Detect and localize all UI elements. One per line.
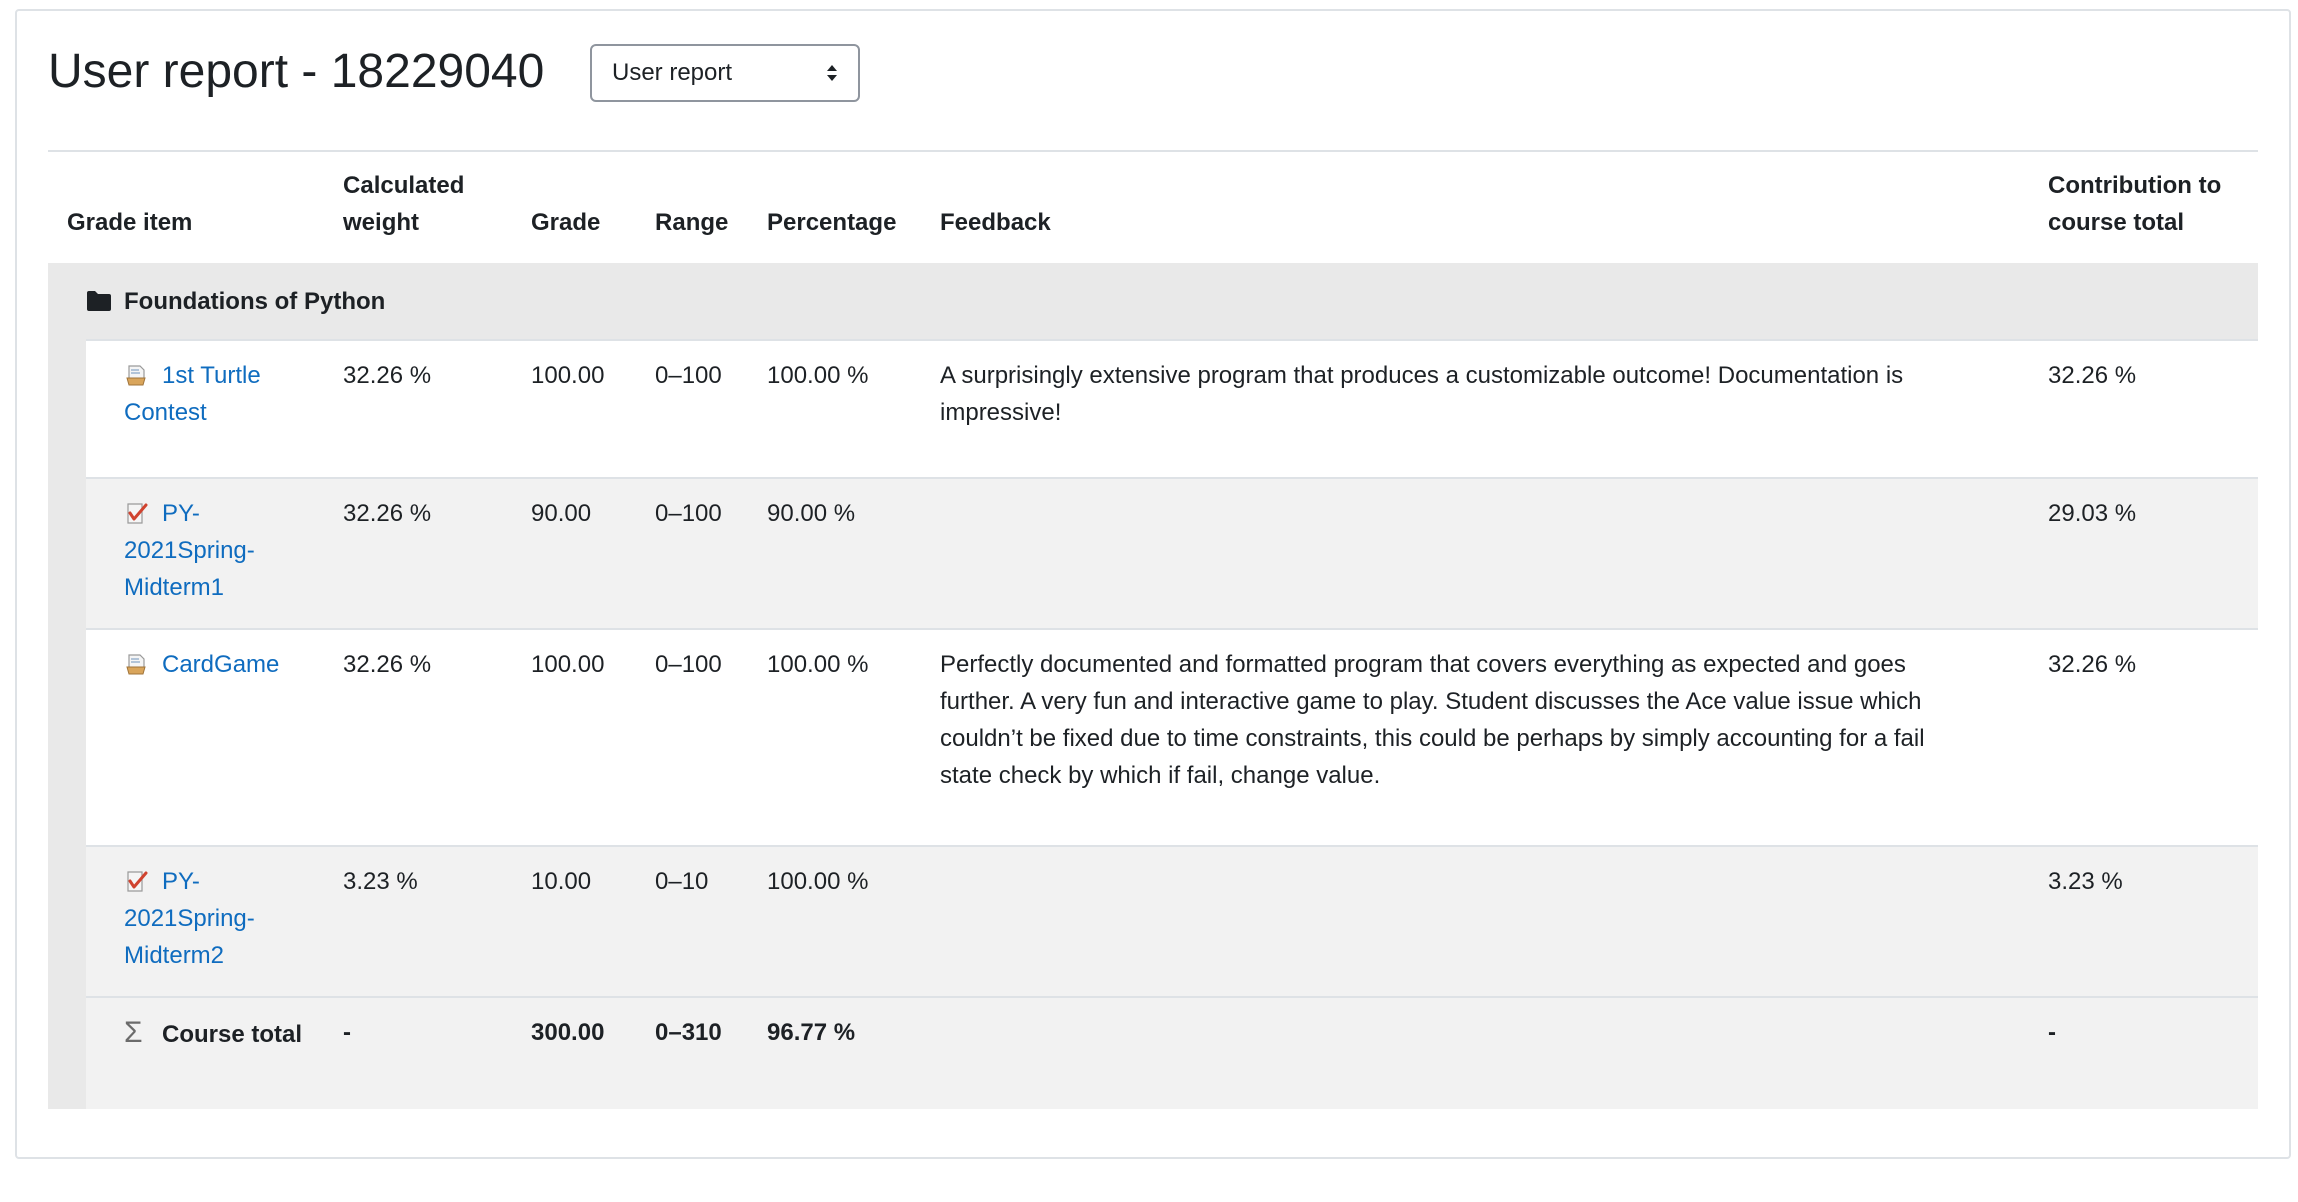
header-calculated-weight: Calculated weight <box>343 172 465 236</box>
cell-grade: 100.00 <box>512 628 637 846</box>
cell-contribution: 32.26 % <box>2029 339 2259 478</box>
cell-weight: 32.26 % <box>324 628 513 846</box>
header-contribution: Contribution to course total <box>2048 172 2222 236</box>
header-grade: Grade <box>531 209 601 236</box>
cell-weight: 32.26 % <box>324 339 513 478</box>
category-rail <box>48 478 86 629</box>
category-rail <box>48 629 86 846</box>
total-percentage: 96.77 % <box>748 996 922 1109</box>
category-name: Foundations of Python <box>124 287 386 315</box>
sigma-icon: Σ <box>124 1016 143 1049</box>
cell-feedback <box>921 477 2030 629</box>
total-feedback <box>921 996 2030 1109</box>
cell-percentage: 100.00 % <box>748 339 922 478</box>
category-rail <box>48 846 86 997</box>
header-range: Range <box>655 209 729 236</box>
cell-percentage: 100.00 % <box>748 628 922 846</box>
cell-percentage: 100.00 % <box>748 845 922 997</box>
report-type-select[interactable]: User report <box>590 44 860 102</box>
page-title: User report - 18229040 <box>48 45 545 98</box>
cell-grade: 100.00 <box>512 339 637 478</box>
cell-contribution: 32.26 % <box>2029 628 2259 846</box>
cell-feedback: Perfectly documented and formatted progr… <box>921 628 2030 846</box>
header-percentage: Percentage <box>767 209 897 236</box>
category-rail <box>48 997 86 1109</box>
category-rail <box>48 340 86 478</box>
grade-table: Grade item Calculated weight Grade Range… <box>48 150 2259 1109</box>
quiz-icon <box>127 503 148 524</box>
assignment-icon <box>126 365 146 386</box>
table-row: 1st Turtle Contest 32.26 % 100.00 0–100 … <box>48 339 2259 478</box>
cell-range: 0–100 <box>636 339 749 478</box>
table-row: PY-2021Spring-Midterm1 32.26 % 90.00 0–1… <box>48 477 2259 629</box>
header-feedback: Feedback <box>940 209 1051 236</box>
category-row: Foundations of Python <box>48 263 2259 340</box>
cell-grade: 10.00 <box>512 845 637 997</box>
cell-range: 0–100 <box>636 628 749 846</box>
course-total-label: Course total <box>162 1021 303 1048</box>
grade-item-link[interactable]: CardGame <box>162 651 279 678</box>
cell-contribution: 29.03 % <box>2029 477 2259 629</box>
course-total-row: Σ Course total - 300.00 0–310 96.77 % - <box>48 996 2259 1109</box>
total-grade: 300.00 <box>512 996 637 1109</box>
category-label: Foundations of Python <box>48 283 2258 320</box>
cell-range: 0–100 <box>636 477 749 629</box>
select-arrows-icon <box>827 65 837 81</box>
assignment-icon <box>126 654 146 675</box>
cell-feedback: A surprisingly extensive program that pr… <box>921 339 2030 478</box>
folder-icon <box>87 291 111 311</box>
total-contribution: - <box>2029 996 2259 1109</box>
cell-contribution: 3.23 % <box>2029 845 2259 997</box>
total-range: 0–310 <box>636 996 749 1109</box>
quiz-icon <box>127 871 148 892</box>
total-weight: - <box>324 996 513 1109</box>
report-select-value: User report <box>612 59 733 86</box>
table-row: PY-2021Spring-Midterm2 3.23 % 10.00 0–10… <box>48 845 2259 997</box>
table-header-row: Grade item Calculated weight Grade Range… <box>48 151 2259 263</box>
table-row: CardGame 32.26 % 100.00 0–100 100.00 % P… <box>48 628 2259 846</box>
cell-range: 0–10 <box>636 845 749 997</box>
header-grade-item: Grade item <box>67 209 193 236</box>
cell-weight: 3.23 % <box>324 845 513 997</box>
cell-percentage: 90.00 % <box>748 477 922 629</box>
cell-feedback <box>921 845 2030 997</box>
cell-weight: 32.26 % <box>324 477 513 629</box>
cell-grade: 90.00 <box>512 477 637 629</box>
